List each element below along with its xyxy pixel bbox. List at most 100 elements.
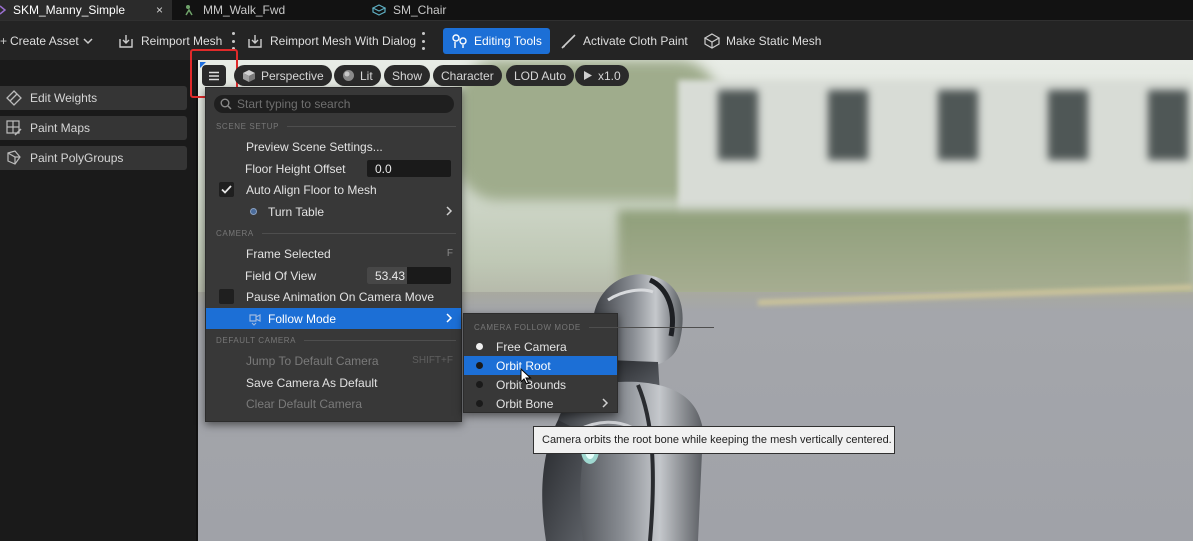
tab-label: MM_Walk_Fwd	[203, 3, 286, 17]
tools-icon	[452, 34, 467, 48]
auto-align-floor-item[interactable]: Auto Align Floor to Mesh	[206, 179, 461, 200]
radio-unselected-icon	[476, 400, 483, 407]
tooltip: Camera orbits the root bone while keepin…	[533, 426, 895, 454]
field-of-view-value: 53.43	[375, 268, 406, 283]
left-panel: Edit Weights Paint Maps Paint PolyGroups	[0, 60, 198, 541]
free-camera-option[interactable]: Free Camera	[464, 337, 617, 356]
tab-label: SKM_Manny_Simple	[13, 3, 126, 17]
floor-height-offset-field[interactable]: 0.0	[367, 160, 451, 177]
frame-selected-item[interactable]: Frame Selected F	[206, 243, 461, 264]
show-button[interactable]: Show	[384, 65, 431, 86]
paint-brush-icon	[561, 34, 576, 49]
lod-label: LOD Auto	[514, 68, 567, 83]
floor-height-offset-value: 0.0	[375, 161, 392, 176]
chevron-right-icon	[446, 206, 453, 216]
mouse-cursor-icon	[520, 368, 532, 385]
lit-button[interactable]: Lit	[334, 65, 381, 86]
reimport-icon	[119, 35, 133, 48]
skeletal-mesh-icon	[0, 4, 7, 16]
animation-icon	[184, 4, 196, 16]
menu-search[interactable]	[214, 95, 454, 113]
item-label: Frame Selected	[246, 246, 331, 261]
create-asset-label: Create Asset	[10, 34, 79, 48]
reimport-mesh-label: Reimport Mesh	[141, 34, 223, 48]
jump-to-default-camera-item[interactable]: Jump To Default Camera SHIFT+F	[206, 350, 461, 371]
item-label: Clear Default Camera	[246, 396, 363, 411]
character-label: Character	[441, 68, 494, 83]
clear-default-camera-item[interactable]: Clear Default Camera	[206, 393, 461, 414]
reimport-with-dialog-button[interactable]: Reimport Mesh With Dialog	[247, 28, 416, 54]
turn-table-item[interactable]: Turn Table	[206, 201, 461, 222]
item-label: Save Camera As Default	[246, 375, 378, 390]
default-camera-header: DEFAULT CAMERA	[216, 334, 456, 346]
radio-unselected-icon	[476, 381, 483, 388]
paint-polygroups-icon	[7, 150, 21, 165]
camera-follow-mode-header: CAMERA FOLLOW MODE	[474, 321, 714, 333]
tab-mm-walk-fwd[interactable]: MM_Walk_Fwd	[184, 0, 364, 20]
sphere-icon	[343, 70, 354, 81]
paint-polygroups-button[interactable]: Paint PolyGroups	[0, 146, 187, 170]
item-label: Auto Align Floor to Mesh	[246, 182, 377, 197]
make-static-mesh-button[interactable]: Make Static Mesh	[703, 28, 821, 54]
chevron-down-icon	[83, 38, 93, 45]
camera-follow-mode-submenu: CAMERA FOLLOW MODE Free Camera Orbit Roo…	[463, 313, 714, 413]
section-label: SCENE SETUP	[216, 121, 280, 131]
perspective-label: Perspective	[261, 68, 324, 83]
close-icon[interactable]: ×	[156, 3, 163, 17]
activate-cloth-paint-label: Activate Cloth Paint	[583, 34, 688, 48]
save-camera-as-default-item[interactable]: Save Camera As Default	[206, 372, 461, 393]
character-button[interactable]: Character	[433, 65, 502, 86]
item-label: Turn Table	[268, 204, 325, 219]
edit-weights-button[interactable]: Edit Weights	[0, 86, 187, 110]
activate-cloth-paint-button[interactable]: Activate Cloth Paint	[560, 28, 688, 54]
orbit-bounds-option[interactable]: Orbit Bounds	[464, 375, 617, 394]
floor-height-offset-item: Floor Height Offset 0.0	[206, 158, 461, 179]
paint-maps-button[interactable]: Paint Maps	[0, 116, 187, 140]
orbit-root-option[interactable]: Orbit Root	[464, 356, 617, 375]
tab-sm-chair[interactable]: SM_Chair	[371, 0, 522, 20]
tab-skm-manny-simple[interactable]: SKM_Manny_Simple ×	[0, 0, 172, 20]
search-icon	[220, 98, 232, 110]
lit-label: Lit	[360, 68, 373, 83]
tab-bar: SKM_Manny_Simple × MM_Walk_Fwd SM_Chair	[0, 0, 1193, 20]
background-building	[678, 80, 1193, 230]
section-label: CAMERA FOLLOW MODE	[474, 322, 581, 332]
lod-button[interactable]: LOD Auto	[506, 65, 575, 86]
orbit-bone-option[interactable]: Orbit Bone	[464, 394, 617, 413]
item-label: Follow Mode	[268, 311, 337, 326]
static-mesh-icon	[371, 4, 387, 16]
item-label: Jump To Default Camera	[246, 353, 379, 368]
field-of-view-item: Field Of View 53.43	[206, 265, 461, 286]
option-label: Orbit Bone	[496, 396, 554, 411]
section-label: DEFAULT CAMERA	[216, 335, 297, 345]
left-panel-item-label: Paint PolyGroups	[30, 151, 124, 165]
preview-scene-settings-item[interactable]: Preview Scene Settings...	[206, 136, 461, 157]
reimport-options-icon[interactable]	[231, 32, 235, 50]
show-label: Show	[392, 68, 423, 83]
create-asset-button[interactable]: + Create Asset	[0, 28, 98, 54]
item-label: Field Of View	[245, 268, 317, 283]
static-mesh-icon	[703, 33, 721, 49]
auto-align-floor-checkbox[interactable]	[219, 182, 234, 197]
radio-selected-icon	[476, 343, 483, 350]
editing-tools-button[interactable]: Editing Tools	[443, 28, 550, 54]
follow-mode-item[interactable]: Follow Mode	[206, 308, 461, 329]
pause-animation-item[interactable]: Pause Animation On Camera Move	[206, 286, 461, 307]
camera-header: CAMERA	[216, 227, 456, 239]
paint-maps-icon	[6, 120, 22, 136]
jump-shortcut: SHIFT+F	[412, 355, 453, 366]
section-label: CAMERA	[216, 228, 254, 238]
playback-speed-button[interactable]: x1.0	[575, 65, 629, 86]
scene-setup-header: SCENE SETUP	[216, 120, 456, 132]
plus-icon: +	[0, 34, 8, 48]
viewport-options-menu: SCENE SETUP Preview Scene Settings... Fl…	[205, 87, 462, 422]
reimport-with-dialog-label: Reimport Mesh With Dialog	[270, 34, 417, 48]
follow-camera-icon	[249, 314, 261, 326]
pause-animation-checkbox[interactable]	[219, 289, 234, 304]
frame-selected-shortcut: F	[446, 248, 453, 259]
perspective-button[interactable]: Perspective	[234, 65, 332, 86]
search-input[interactable]	[237, 97, 447, 111]
play-icon	[584, 71, 592, 80]
more-options-icon[interactable]	[421, 32, 425, 50]
field-of-view-field[interactable]: 53.43	[367, 267, 451, 284]
